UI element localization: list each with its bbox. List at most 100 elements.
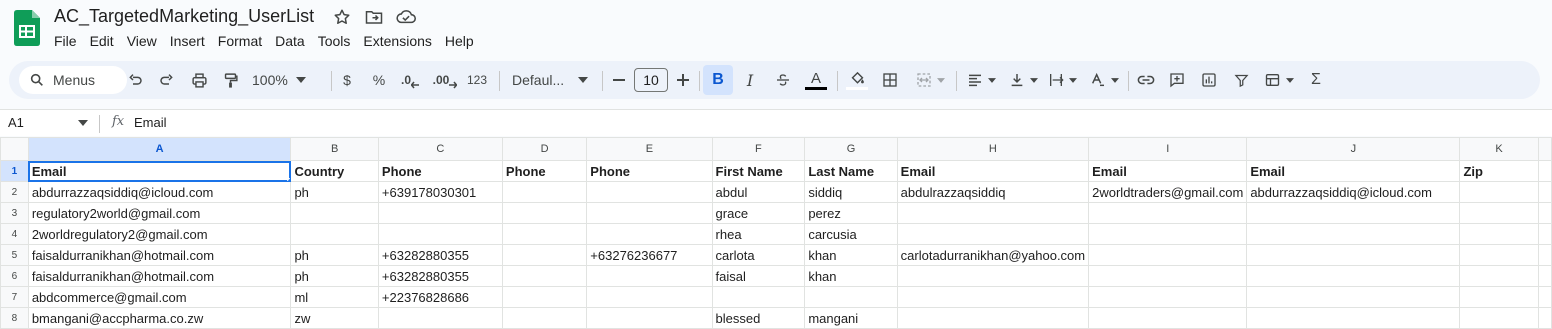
column-header[interactable]: E — [586, 137, 713, 161]
strikethrough-icon[interactable] — [773, 68, 793, 92]
cell[interactable]: Email — [1246, 160, 1461, 182]
cell[interactable] — [377, 307, 503, 329]
cell[interactable]: ph — [290, 244, 379, 266]
cell[interactable]: blessed — [711, 307, 806, 329]
cell[interactable]: Phone — [586, 160, 713, 182]
borders-icon[interactable] — [880, 68, 900, 92]
row-header[interactable]: 4 — [0, 223, 29, 245]
cell[interactable]: zw — [290, 307, 379, 329]
vertical-align-button[interactable] — [1006, 68, 1040, 92]
cell[interactable]: faisal — [711, 265, 806, 287]
cell[interactable]: +63276236677 — [586, 244, 713, 266]
cell[interactable] — [1459, 244, 1539, 266]
print-icon[interactable] — [188, 68, 210, 92]
cell[interactable] — [1459, 265, 1539, 287]
cell[interactable] — [290, 202, 379, 224]
cell[interactable] — [896, 223, 1090, 245]
row-header[interactable]: 7 — [0, 286, 29, 308]
cell[interactable]: carlota — [711, 244, 806, 266]
cell[interactable] — [711, 286, 806, 308]
cell[interactable]: mangani — [804, 307, 898, 329]
cell[interactable] — [501, 286, 588, 308]
cell[interactable] — [1088, 202, 1248, 224]
menu-view[interactable]: View — [127, 33, 157, 49]
menu-format[interactable]: Format — [218, 33, 262, 49]
column-header[interactable]: I — [1088, 137, 1248, 161]
name-box[interactable]: A1 — [8, 115, 24, 130]
cell[interactable] — [896, 307, 1090, 329]
select-all-corner[interactable] — [0, 137, 29, 161]
insert-link-icon[interactable] — [1136, 68, 1156, 92]
spreadsheet-grid[interactable]: A B C D E F G H I J K 1 Email Country Phone… — [0, 137, 1552, 329]
insert-comment-icon[interactable] — [1167, 68, 1187, 92]
cell[interactable]: First Name — [711, 160, 806, 182]
sheets-logo-icon[interactable] — [14, 10, 40, 46]
cell[interactable] — [1537, 265, 1552, 287]
cell[interactable]: perez — [804, 202, 898, 224]
cell[interactable]: Last Name — [804, 160, 898, 182]
cell[interactable] — [1246, 307, 1461, 329]
cell[interactable]: abdcommerce@gmail.com — [27, 286, 292, 308]
cell[interactable] — [1088, 244, 1248, 266]
cell[interactable] — [290, 223, 379, 245]
column-header[interactable]: G — [804, 137, 898, 161]
cell[interactable]: khan — [804, 265, 898, 287]
fill-handle[interactable] — [287, 178, 290, 181]
horizontal-align-button[interactable] — [964, 68, 998, 92]
menu-help[interactable]: Help — [445, 33, 474, 49]
cell[interactable] — [501, 202, 588, 224]
row-header[interactable]: 5 — [0, 244, 29, 266]
cell[interactable]: +63282880355 — [377, 265, 503, 287]
insert-chart-icon[interactable] — [1199, 68, 1219, 92]
cell[interactable]: +22376828686 — [377, 286, 503, 308]
menu-edit[interactable]: Edit — [90, 33, 114, 49]
cell[interactable] — [896, 286, 1090, 308]
cell[interactable] — [501, 265, 588, 287]
cell[interactable]: Phone — [377, 160, 503, 182]
text-color-button[interactable]: A — [804, 68, 828, 92]
decrease-decimal-button[interactable]: .0 — [398, 68, 422, 92]
cell[interactable] — [586, 202, 713, 224]
cell[interactable] — [1537, 286, 1552, 308]
cloud-status-icon[interactable] — [395, 8, 417, 26]
column-header[interactable]: K — [1459, 137, 1539, 161]
cell[interactable]: faisaldurranikhan@hotmail.com — [27, 244, 292, 266]
percent-format-button[interactable]: % — [370, 68, 388, 92]
filter-icon[interactable] — [1231, 68, 1251, 92]
menu-data[interactable]: Data — [275, 33, 305, 49]
increase-decimal-button[interactable]: .00 — [430, 68, 460, 92]
cell[interactable]: regulatory2world@gmail.com — [27, 202, 292, 224]
row-header[interactable]: 6 — [0, 265, 29, 287]
zoom-select[interactable]: 100% — [252, 68, 322, 92]
menu-tools[interactable]: Tools — [318, 33, 351, 49]
cell[interactable] — [1246, 244, 1461, 266]
paint-format-icon[interactable] — [219, 68, 241, 92]
decrease-font-size-icon[interactable] — [610, 68, 628, 92]
move-folder-icon[interactable] — [363, 8, 385, 26]
cell[interactable] — [1088, 265, 1248, 287]
menu-extensions[interactable]: Extensions — [363, 33, 431, 49]
menu-file[interactable]: File — [54, 33, 77, 49]
currency-format-button[interactable]: $ — [338, 68, 356, 92]
cell[interactable] — [586, 223, 713, 245]
cell[interactable]: abdurrazzaqsiddiq@icloud.com — [1246, 181, 1461, 203]
cell[interactable] — [501, 223, 588, 245]
cell[interactable] — [1459, 181, 1539, 203]
cell[interactable] — [586, 265, 713, 287]
cell[interactable] — [896, 265, 1090, 287]
search-menus-button[interactable]: Menus — [19, 66, 127, 94]
cell[interactable] — [1459, 307, 1539, 329]
filter-views-button[interactable] — [1262, 68, 1296, 92]
fill-color-icon[interactable] — [845, 68, 869, 92]
italic-button[interactable]: I — [741, 68, 759, 92]
cell[interactable]: grace — [711, 202, 806, 224]
cell[interactable]: bmangani@accpharma.co.zw — [27, 307, 292, 329]
cell[interactable]: Country — [290, 160, 379, 182]
cell[interactable]: khan — [804, 244, 898, 266]
cell[interactable]: +639178030301 — [377, 181, 503, 203]
cell[interactable]: 2worldtraders@gmail.com — [1088, 181, 1248, 203]
cell[interactable] — [896, 202, 1090, 224]
column-header[interactable]: A — [27, 137, 292, 161]
cell[interactable] — [1459, 223, 1539, 245]
cell[interactable] — [377, 202, 503, 224]
